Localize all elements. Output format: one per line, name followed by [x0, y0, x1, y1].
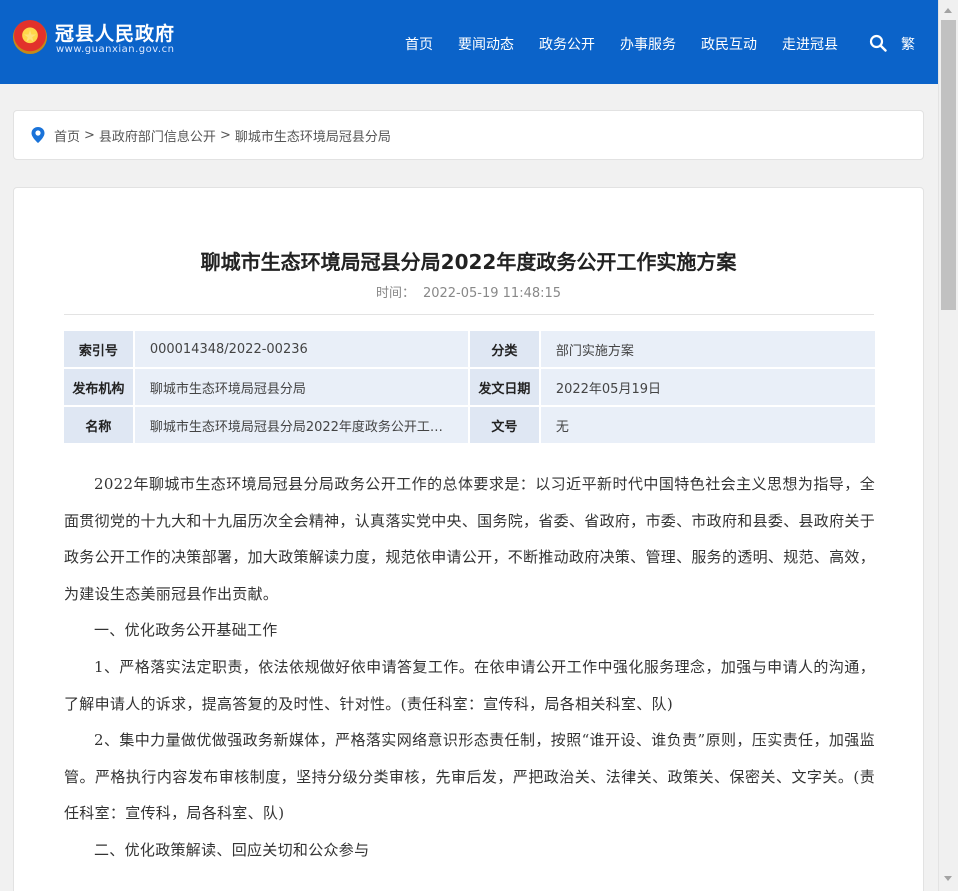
meta-value-publisher: 聊城市生态环境局冠县分局 [134, 369, 469, 405]
site-header: 冠县人民政府 www.guanxian.gov.cn 首页 要闻动态 政务公开 … [0, 0, 938, 84]
site-domain: www.guanxian.gov.cn [56, 44, 175, 55]
meta-row: 索引号 000014348/2022-00236 分类 部门实施方案 [64, 331, 875, 367]
article-meta-table: 索引号 000014348/2022-00236 分类 部门实施方案 发布机构 … [64, 331, 875, 445]
national-emblem-icon[interactable] [13, 20, 47, 54]
meta-value-doc-number: 无 [540, 407, 875, 443]
meta-label-index: 索引号 [64, 331, 133, 367]
search-icon[interactable] [869, 34, 887, 52]
meta-row: 名称 聊城市生态环境局冠县分局2022年度政务公开工作实施方案 文号 无 [64, 407, 875, 443]
article-body: 2022年聊城市生态环境局冠县分局政务公开工作的总体要求是：以习近平新时代中国特… [64, 466, 875, 869]
main-nav: 首页 要闻动态 政务公开 办事服务 政民互动 走进冠县 [405, 34, 863, 54]
time-label: 时间： [375, 286, 415, 301]
site-title[interactable]: 冠县人民政府 [55, 19, 175, 46]
scroll-thumb[interactable] [941, 20, 956, 310]
nav-item-gov-affairs[interactable]: 政务公开 [539, 34, 595, 54]
nav-item-about[interactable]: 走进冠县 [782, 34, 838, 54]
meta-label-publisher: 发布机构 [64, 369, 133, 405]
page-scrollbar[interactable] [938, 0, 958, 891]
breadcrumb-dept-info[interactable]: 县政府部门信息公开 [99, 126, 216, 145]
breadcrumb-home[interactable]: 首页 [54, 126, 80, 145]
article-section-heading: 二、优化政策解读、回应关切和公众参与 [94, 840, 370, 859]
meta-label-doc-number: 文号 [470, 407, 539, 443]
title-divider [64, 314, 874, 315]
meta-value-category: 部门实施方案 [540, 331, 875, 367]
nav-item-interaction[interactable]: 政民互动 [701, 34, 757, 54]
nav-item-home[interactable]: 首页 [405, 34, 433, 54]
meta-label-name: 名称 [64, 407, 133, 443]
meta-row: 发布机构 聊城市生态环境局冠县分局 发文日期 2022年05月19日 [64, 369, 875, 405]
article-time: 时间： 2022-05-19 11:48:15 [14, 282, 923, 301]
article-paragraph: 2022年聊城市生态环境局冠县分局政务公开工作的总体要求是：以习近平新时代中国特… [64, 475, 875, 603]
breadcrumb-separator: > [219, 127, 231, 143]
traditional-chinese-toggle[interactable]: 繁 [901, 34, 915, 54]
scroll-up-arrow-icon[interactable] [944, 8, 952, 13]
nav-item-news[interactable]: 要闻动态 [458, 34, 514, 54]
breadcrumb: 首页 > 县政府部门信息公开 > 聊城市生态环境局冠县分局 [13, 110, 924, 160]
breadcrumb-separator: > [84, 127, 95, 143]
meta-value-index: 000014348/2022-00236 [134, 331, 469, 367]
meta-label-category: 分类 [470, 331, 539, 367]
article-paragraph: 2、集中力量做优做强政务新媒体，严格落实网络意识形态责任制，按照“谁开设、谁负责… [64, 731, 875, 823]
nav-item-services[interactable]: 办事服务 [620, 34, 676, 54]
time-value: 2022-05-19 11:48:15 [422, 286, 562, 301]
article-title: 聊城市生态环境局冠县分局2022年度政务公开工作实施方案 [200, 250, 737, 274]
breadcrumb-current[interactable]: 聊城市生态环境局冠县分局 [235, 126, 391, 145]
article-section-heading: 一、优化政务公开基础工作 [94, 621, 278, 640]
meta-value-issue-date: 2022年05月19日 [540, 369, 875, 405]
meta-label-issue-date: 发文日期 [470, 369, 539, 405]
article-paragraph: 1、严格落实法定职责，依法依规做好依申请答复工作。在依申请公开工作中强化服务理念… [64, 657, 875, 713]
location-pin-icon [31, 127, 45, 143]
scroll-down-arrow-icon[interactable] [944, 876, 952, 881]
meta-value-name: 聊城市生态环境局冠县分局2022年度政务公开工作实施方案 [134, 407, 469, 443]
article-card: 聊城市生态环境局冠县分局2022年度政务公开工作实施方案 时间： 2022-05-… [13, 187, 924, 891]
